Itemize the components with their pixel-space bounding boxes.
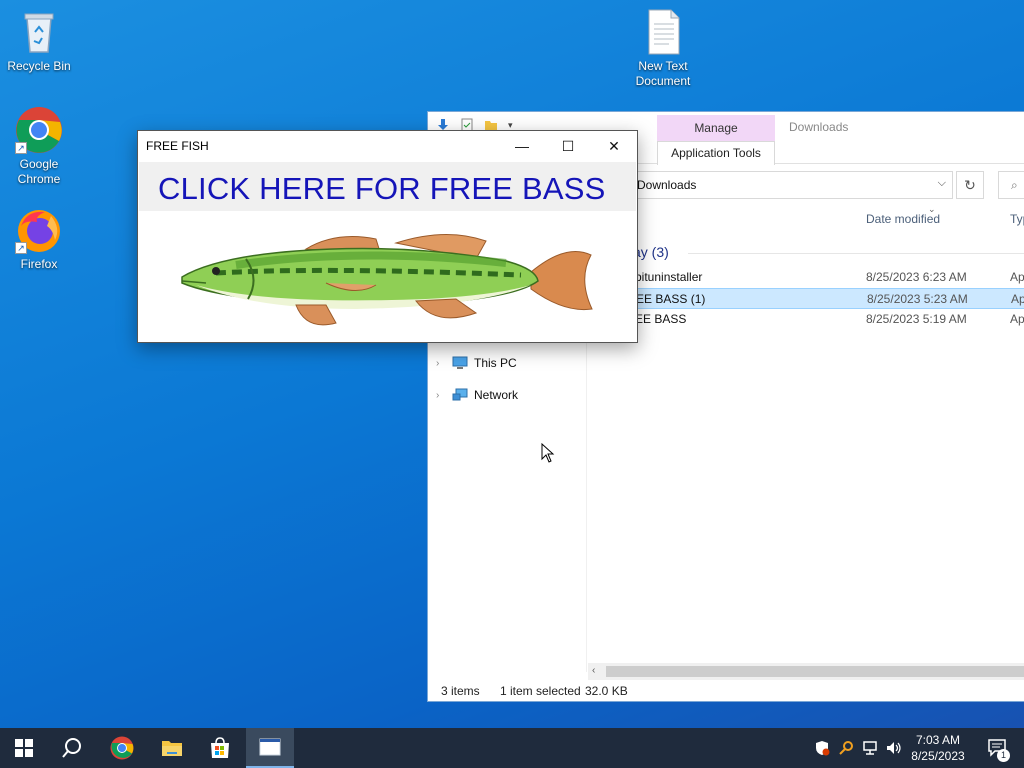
chrome-icon: ↗ [15,106,63,154]
column-header-type[interactable]: Typ [1010,212,1024,226]
scroll-left-icon[interactable]: ‹ [592,665,595,676]
mouse-cursor-icon [541,442,555,466]
group-divider [688,253,1024,254]
file-date: 8/25/2023 5:19 AM [866,312,967,326]
clock-date: 8/25/2023 [911,749,965,763]
action-center-button[interactable]: 1 [978,728,1018,768]
clock-time: 7:03 AM [915,733,961,747]
computer-icon [452,356,468,370]
desktop-icon-label: Google Chrome [17,157,61,186]
taskbar-store-button[interactable] [196,728,244,768]
search-icon [62,738,81,758]
search-icon: ⌕ [1011,178,1018,192]
search-input[interactable]: ⌕ [998,171,1024,199]
desktop-icon-label: Firefox [20,257,58,271]
status-selection: 1 item selected [500,684,581,698]
file-date: 8/25/2023 5:23 AM [867,292,968,306]
store-icon [211,737,229,758]
bass-fish-image[interactable] [176,227,596,340]
maximize-icon: ☐ [561,138,575,154]
app-window-icon [259,738,281,756]
nav-item-label: Network [474,388,519,402]
free-bass-banner-button[interactable]: CLICK HERE FOR FREE BASS [139,162,636,211]
network-icon [452,388,468,402]
taskbar: 7:03 AM 8/25/2023 1 [0,728,1024,768]
address-path: Downloads [637,178,697,192]
file-row-selected[interactable]: EE BASS (1) 8/25/2023 5:23 AM Ap [633,288,1024,309]
close-button[interactable]: ✕ [591,131,637,161]
desktop-icon-new-text-document[interactable]: New Text Document [625,8,701,89]
taskbar-file-explorer-button[interactable] [148,728,196,768]
minimize-button[interactable]: — [499,131,545,161]
scrollbar-thumb[interactable] [606,666,1024,677]
horizontal-scrollbar[interactable]: ‹ [588,663,1024,680]
desktop-icon-google-chrome[interactable]: ↗ Google Chrome [1,106,77,187]
refresh-icon: ↻ [964,177,976,193]
address-bar[interactable]: Downloads ⌵ [633,171,953,199]
network-icon[interactable] [862,740,878,768]
nav-item-label: This PC [474,356,517,370]
file-date: 8/25/2023 6:23 AM [866,270,967,284]
file-name: EE BASS (1) [636,292,706,306]
nav-item-network[interactable]: › Network [436,388,518,402]
taskbar-free-fish-button[interactable] [246,728,294,768]
defender-shield-icon[interactable] [814,740,830,768]
chevron-down-icon[interactable]: ⌵ [938,177,946,190]
folder-icon [162,741,182,756]
chevron-right-icon[interactable]: › [436,390,446,401]
file-name: bituninstaller [635,270,703,284]
desktop-icon-label: New Text Document [635,59,691,88]
desktop-icon-recycle-bin[interactable]: Recycle Bin [1,8,77,74]
desktop-icon-label: Recycle Bin [7,59,71,73]
windows-logo-icon [15,739,33,757]
banner-text: CLICK HERE FOR FREE BASS [158,171,606,206]
key-icon[interactable] [838,740,854,768]
group-header[interactable]: ay (3) [633,244,669,260]
tab-manage[interactable]: Manage [657,115,775,141]
window-title: Downloads [789,120,849,134]
taskbar-clock[interactable]: 7:03 AM 8/25/2023 [900,732,976,764]
tab-application-tools[interactable]: Application Tools [657,141,775,165]
file-row[interactable]: EE BASS 8/25/2023 5:19 AM Ap [633,309,1024,330]
file-name: EE BASS [635,312,687,326]
chevron-right-icon[interactable]: › [436,358,446,369]
nav-item-this-pc[interactable]: › This PC [436,356,517,370]
status-item-count: 3 items [441,684,480,698]
start-button[interactable] [0,728,48,768]
file-type: Ap [1010,270,1024,284]
column-header-date-modified[interactable]: Date modified [866,212,940,226]
window-controls: — ☐ ✕ [499,131,637,161]
file-row[interactable]: bituninstaller 8/25/2023 6:23 AM Ap [633,267,1024,288]
free-fish-window[interactable]: FREE FISH — ☐ ✕ CLICK HERE FOR FREE BASS [137,130,638,343]
file-type: Ap [1011,292,1024,306]
status-size: 32.0 KB [585,684,628,698]
file-type: Ap [1010,312,1024,326]
window-title: FREE FISH [146,139,209,153]
shortcut-arrow-icon: ↗ [15,242,27,254]
search-button[interactable] [48,728,96,768]
maximize-button[interactable]: ☐ [545,131,591,161]
firefox-icon: ↗ [15,206,63,254]
chrome-icon [110,736,134,760]
taskbar-chrome-button[interactable] [98,728,146,768]
recycle-bin-icon [15,8,63,56]
minimize-icon: — [515,138,529,154]
notification-badge: 1 [997,749,1010,762]
close-icon: ✕ [608,138,620,154]
text-document-icon [639,8,687,56]
refresh-button[interactable]: ↻ [956,171,984,199]
desktop-icon-firefox[interactable]: ↗ Firefox [1,206,77,272]
pane-divider[interactable] [586,342,587,672]
shortcut-arrow-icon: ↗ [15,142,27,154]
